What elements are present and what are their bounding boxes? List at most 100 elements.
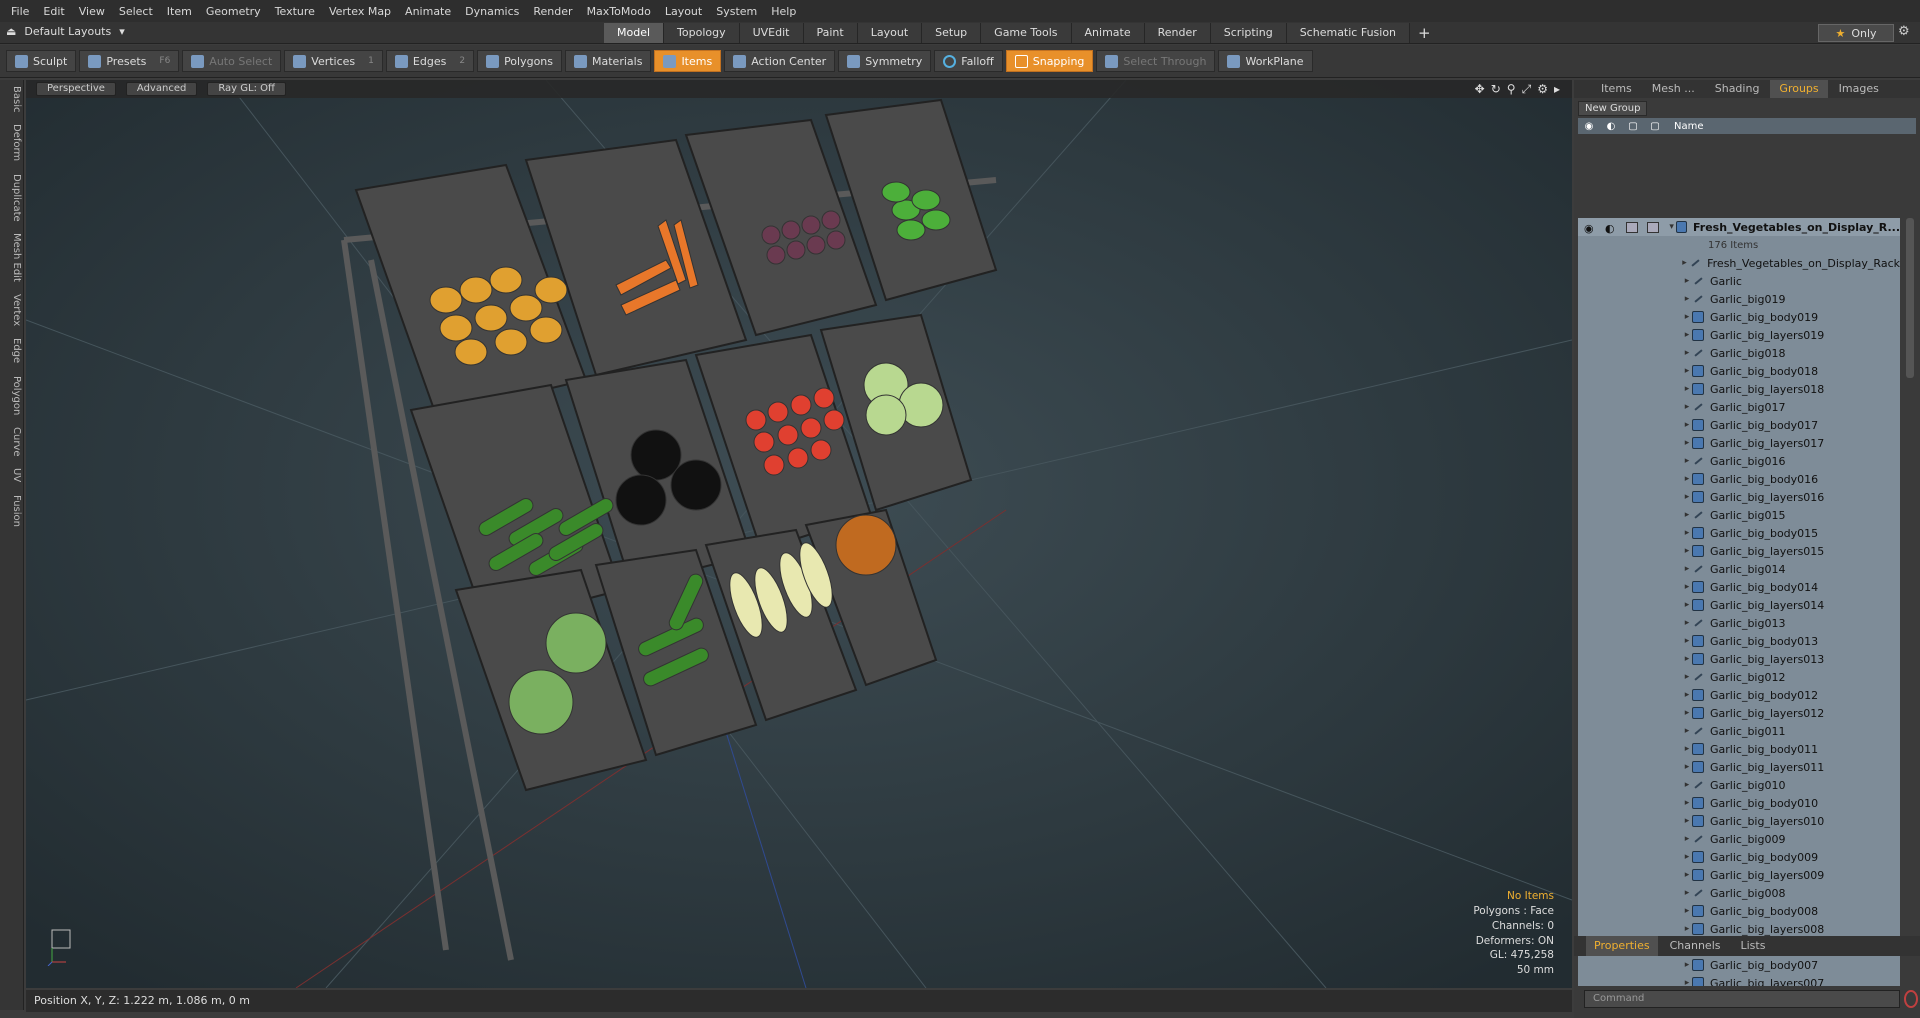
expand-icon[interactable]: ▸: [1682, 690, 1692, 700]
tab-schematic-fusion[interactable]: Schematic Fusion: [1286, 23, 1411, 43]
table-row[interactable]: ▸ Garlic_big_body013: [1578, 632, 1900, 650]
collapse-icon[interactable]: ▾: [1667, 222, 1676, 232]
tab-setup[interactable]: Setup: [922, 23, 982, 43]
record-icon[interactable]: [1904, 990, 1918, 1008]
menu-item-dynamics[interactable]: Dynamics: [458, 5, 526, 18]
perspective-menu[interactable]: Perspective: [36, 82, 116, 96]
expand-icon[interactable]: ▸: [1682, 762, 1692, 772]
move-view-icon[interactable]: ✥: [1475, 82, 1485, 97]
expand-icon[interactable]: ▸: [1682, 276, 1692, 286]
left-tab-vertex[interactable]: Vertex: [0, 288, 22, 332]
tree-scrollbar[interactable]: [1904, 218, 1916, 986]
rotate-view-icon[interactable]: ↻: [1491, 82, 1501, 97]
table-row[interactable]: ▸ Garlic_big_layers009: [1578, 866, 1900, 884]
raygl-toggle[interactable]: Ray GL: Off: [207, 82, 286, 96]
table-row[interactable]: ▸ Garlic_big010: [1578, 776, 1900, 794]
symmetry-button[interactable]: Symmetry: [838, 50, 932, 72]
expand-icon[interactable]: ▸: [1682, 870, 1692, 880]
table-row[interactable]: ▸ Garlic_big_layers012: [1578, 704, 1900, 722]
vertices-button[interactable]: Vertices 1: [284, 50, 383, 72]
menu-item-view[interactable]: View: [72, 5, 112, 18]
left-tab-edge[interactable]: Edge: [0, 332, 22, 369]
menu-item-layout[interactable]: Layout: [658, 5, 709, 18]
tab-render[interactable]: Render: [1144, 23, 1211, 43]
expand-icon[interactable]: ▸: [1682, 474, 1692, 484]
menu-item-system[interactable]: System: [709, 5, 764, 18]
expand-icon[interactable]: ▸: [1682, 618, 1692, 628]
sculpt-button[interactable]: Sculpt: [6, 50, 77, 72]
table-row[interactable]: ▸ Garlic_big016: [1578, 452, 1900, 470]
table-row[interactable]: ▸ Garlic_big_layers019: [1578, 326, 1900, 344]
table-row[interactable]: ▸ Garlic_big_layers007: [1578, 974, 1900, 986]
workplane-button[interactable]: WorkPlane: [1218, 50, 1313, 72]
presets-button[interactable]: Presets F6: [79, 50, 180, 72]
toggle-render-icon[interactable]: ◐: [1605, 222, 1617, 235]
table-row[interactable]: ▸ Garlic_big_body017: [1578, 416, 1900, 434]
expand-icon[interactable]: ▸: [1682, 816, 1692, 826]
left-tab-curve[interactable]: Curve: [0, 421, 22, 463]
tab-animate[interactable]: Animate: [1071, 23, 1145, 43]
tab-layout[interactable]: Layout: [857, 23, 923, 43]
default-layouts-dropdown[interactable]: Default Layouts: [24, 25, 111, 38]
menu-item-texture[interactable]: Texture: [268, 5, 322, 18]
expand-icon[interactable]: ▸: [1682, 780, 1692, 790]
expand-icon[interactable]: ▸: [1682, 492, 1692, 502]
tab-game-tools[interactable]: Game Tools: [981, 23, 1072, 43]
expand-icon[interactable]: ▸: [1682, 654, 1692, 664]
layout-selector[interactable]: ⏏ Default Layouts ▾: [6, 25, 125, 38]
bottom-tab-lists[interactable]: Lists: [1733, 936, 1774, 956]
table-row[interactable]: ▸ Garlic_big014: [1578, 560, 1900, 578]
expand-icon[interactable]: ▸: [1682, 330, 1692, 340]
expand-icon[interactable]: ▸: [1682, 852, 1692, 862]
table-row-group[interactable]: ◉ ◐ ▾ Fresh_Vegetables_on_Display_R...: [1578, 218, 1900, 236]
fit-view-icon[interactable]: ⤢: [1522, 82, 1532, 97]
panel-tab-shading[interactable]: Shading: [1706, 80, 1769, 98]
table-row[interactable]: ▸ Garlic_big008: [1578, 884, 1900, 902]
expand-icon[interactable]: ▸: [1682, 510, 1692, 520]
expand-icon[interactable]: ▸: [1682, 960, 1692, 970]
menu-item-help[interactable]: Help: [764, 5, 803, 18]
table-row[interactable]: ▸ Garlic_big_layers017: [1578, 434, 1900, 452]
panel-tab-items[interactable]: Items: [1592, 80, 1641, 98]
left-tab-fusion[interactable]: Fusion: [0, 489, 22, 533]
bottom-tab-properties[interactable]: Properties: [1586, 936, 1658, 956]
table-row[interactable]: ▸ Garlic_big_body010: [1578, 794, 1900, 812]
table-row[interactable]: ▸ Garlic_big_layers015: [1578, 542, 1900, 560]
lock-col-icon[interactable]: ▢: [1622, 121, 1644, 132]
expand-icon[interactable]: ▸: [1682, 456, 1692, 466]
visibility-col-icon[interactable]: ◉: [1578, 121, 1600, 132]
expand-icon[interactable]: ▸: [1682, 312, 1692, 322]
table-row[interactable]: ▸ Garlic_big_body007: [1578, 956, 1900, 974]
new-group-button[interactable]: New Group: [1578, 100, 1648, 116]
table-row[interactable]: ▸ Garlic_big011: [1578, 722, 1900, 740]
tab-topology[interactable]: Topology: [664, 23, 740, 43]
tab-model[interactable]: Model: [604, 23, 665, 43]
expand-icon[interactable]: ▸: [1682, 636, 1692, 646]
panel-tab-images[interactable]: Images: [1830, 80, 1888, 98]
falloff-button[interactable]: Falloff: [934, 50, 1003, 72]
select-through-button[interactable]: Select Through: [1096, 50, 1216, 72]
menu-item-geometry[interactable]: Geometry: [199, 5, 268, 18]
expand-icon[interactable]: ▸: [1682, 546, 1692, 556]
toggle-eye-icon[interactable]: ◉: [1584, 222, 1596, 235]
expand-icon[interactable]: ▸: [1682, 906, 1692, 916]
expand-icon[interactable]: ▸: [1682, 366, 1692, 376]
table-row[interactable]: ▸ Garlic: [1578, 272, 1900, 290]
expand-icon[interactable]: ▸: [1682, 420, 1692, 430]
edges-button[interactable]: Edges 2: [385, 50, 475, 72]
expand-icon[interactable]: ▸: [1682, 708, 1692, 718]
menu-item-select[interactable]: Select: [112, 5, 160, 18]
table-row[interactable]: ▸ Garlic_big_body015: [1578, 524, 1900, 542]
expand-icon[interactable]: ▸: [1682, 600, 1692, 610]
select-col-icon[interactable]: ▢: [1644, 121, 1666, 132]
table-row[interactable]: ▸ Garlic_big_layers011: [1578, 758, 1900, 776]
only-toggle[interactable]: ★ Only: [1818, 24, 1894, 42]
table-row[interactable]: ▸ Garlic_big_layers013: [1578, 650, 1900, 668]
table-row[interactable]: ▸ Garlic_big012: [1578, 668, 1900, 686]
tab-scripting[interactable]: Scripting: [1210, 23, 1287, 43]
viewport-settings-icon[interactable]: ⚙: [1537, 82, 1548, 97]
expand-icon[interactable]: ▸: [1682, 978, 1692, 986]
toggle-sel-icon[interactable]: [1647, 221, 1659, 233]
table-row[interactable]: ▸ Garlic_big_layers014: [1578, 596, 1900, 614]
polygons-button[interactable]: Polygons: [477, 50, 563, 72]
